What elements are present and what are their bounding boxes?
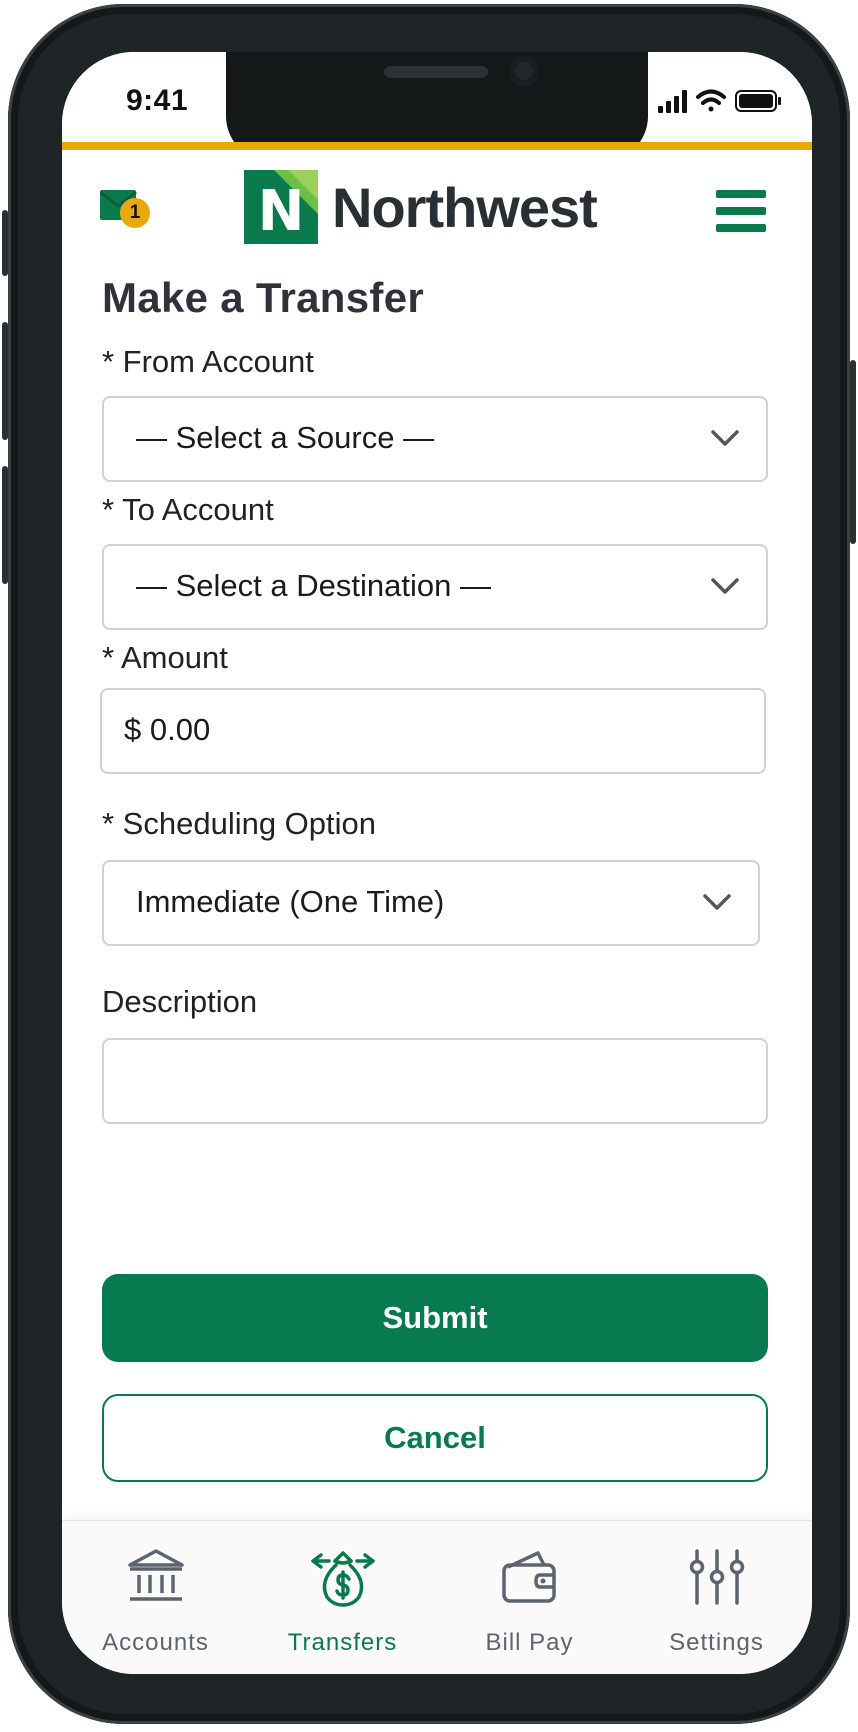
scheduling-option-value: Immediate (One Time) — [136, 884, 445, 919]
status-time: 9:41 — [126, 84, 189, 117]
to-account-select[interactable]: — Select a Destination — — [102, 544, 768, 630]
front-camera — [509, 56, 539, 86]
scheduling-option-select[interactable]: Immediate (One Time) — [102, 860, 760, 946]
unread-badge: 1 — [120, 198, 150, 228]
header-accent-stripe — [62, 142, 812, 150]
description-input[interactable] — [102, 1038, 768, 1124]
status-icons — [656, 86, 786, 121]
volume-down-button — [2, 466, 8, 584]
northwest-logo-mark: N — [244, 170, 318, 244]
tab-bill-pay-label: Bill Pay — [485, 1629, 574, 1656]
volume-up-button — [2, 322, 8, 440]
scheduling-option-label: * Scheduling Option — [102, 806, 377, 841]
phone-frame: 9:41 1 N Northwest Make a Transfer * Fro… — [2, 4, 856, 1724]
messages-button[interactable]: 1 — [100, 188, 156, 234]
submit-button[interactable]: Submit — [102, 1274, 768, 1362]
amount-input[interactable]: $ 0.00 — [100, 688, 766, 774]
to-account-label: * To Account — [102, 492, 274, 527]
tab-accounts[interactable]: Accounts — [62, 1521, 249, 1674]
hamburger-icon-bar — [716, 224, 766, 232]
tab-transfers-label: Transfers — [287, 1629, 398, 1656]
hamburger-icon-bar — [716, 207, 766, 215]
from-account-label: * From Account — [102, 344, 314, 379]
menu-button[interactable] — [716, 190, 766, 236]
cancel-button[interactable]: Cancel — [102, 1394, 768, 1482]
bank-icon — [127, 1549, 184, 1601]
chevron-down-icon — [711, 578, 739, 594]
screen: 9:41 1 N Northwest Make a Transfer * Fro… — [62, 52, 812, 1674]
amount-value: $ 0.00 — [124, 712, 211, 747]
wifi-icon — [696, 89, 726, 112]
wallet-icon — [501, 1551, 556, 1603]
app-header: 1 N Northwest — [62, 150, 812, 268]
money-bag-transfer-icon — [310, 1551, 375, 1607]
bottom-tab-bar: Accounts Transfers Bill Pay Settings — [62, 1520, 812, 1674]
brand-name: Northwest — [332, 175, 598, 239]
hamburger-icon-bar — [716, 190, 766, 198]
amount-label: * Amount — [102, 640, 228, 675]
battery-icon — [735, 90, 781, 112]
sliders-icon — [689, 1549, 744, 1605]
tab-settings[interactable]: Settings — [623, 1521, 810, 1674]
chevron-down-icon — [711, 430, 739, 446]
mute-switch — [2, 210, 8, 276]
from-account-select[interactable]: — Select a Source — — [102, 396, 768, 482]
tab-settings-label: Settings — [669, 1629, 764, 1656]
description-label: Description — [102, 984, 258, 1019]
tab-accounts-label: Accounts — [102, 1629, 209, 1656]
from-account-value: — Select a Source — — [136, 420, 435, 455]
logo-letter: N — [258, 179, 305, 244]
power-button — [850, 360, 856, 544]
earpiece-speaker — [384, 66, 488, 78]
tab-bill-pay[interactable]: Bill Pay — [436, 1521, 623, 1674]
tab-transfers[interactable]: Transfers — [249, 1521, 436, 1674]
cellular-signal-icon — [658, 90, 687, 113]
brand-logo[interactable]: N Northwest — [244, 170, 598, 244]
page-title: Make a Transfer — [102, 274, 425, 321]
chevron-down-icon — [703, 894, 731, 910]
to-account-value: — Select a Destination — — [136, 568, 491, 603]
